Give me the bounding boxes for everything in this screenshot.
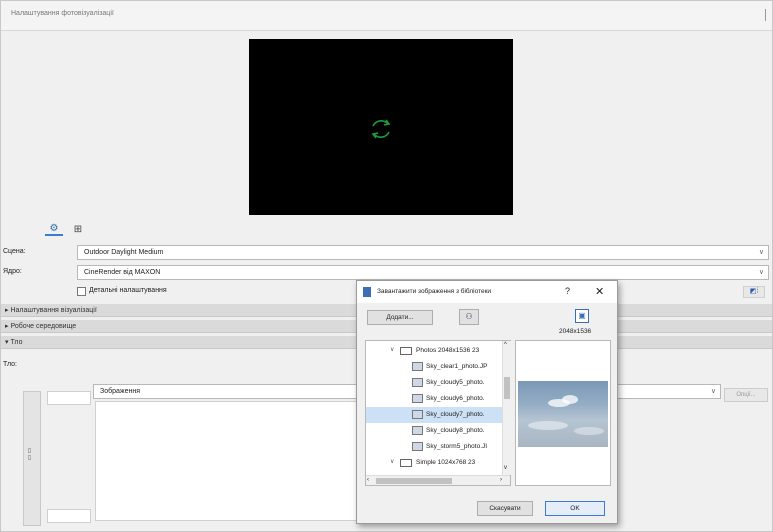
image-file-icon: [412, 362, 423, 371]
background-label: Тло:: [3, 361, 17, 368]
side-strip[interactable]: ▯▯: [23, 391, 41, 526]
tree-folder[interactable]: ∨ Photos 2048x1536 23: [366, 343, 502, 359]
scroll-thumb[interactable]: [504, 377, 510, 399]
tree-item-label: Sky_cloudy8_photo.: [426, 427, 485, 434]
preview-area: [1, 31, 772, 226]
dialog-title-bar: Завантажити зображення з бібліотеки ? ✕: [357, 281, 617, 303]
render-mode-icon[interactable]: ◩⁞: [743, 286, 765, 298]
section-render-settings-label: Налаштування візуалізації: [10, 307, 97, 314]
cancel-button[interactable]: Скасувати: [477, 501, 533, 516]
chevron-down-icon: ∨: [758, 269, 764, 276]
refresh-icon[interactable]: [367, 115, 395, 143]
scene-value: Outdoor Daylight Medium: [84, 249, 164, 256]
tree-item[interactable]: Sky_cloudy5_photo.: [366, 375, 502, 391]
section-environment-label: Робоче середовище: [10, 323, 77, 330]
render-preview[interactable]: [249, 39, 513, 215]
tree-item-label: Sky_cloudy5_photo.: [426, 379, 485, 386]
chevron-down-icon[interactable]: v: [504, 465, 507, 471]
folder-icon: [400, 459, 412, 467]
window-title: Налаштування фотовізуалізації: [11, 10, 114, 17]
load-from-library-dialog: Завантажити зображення з бібліотеки ? ✕ …: [356, 280, 618, 524]
panel-tabs: ⚙ ⊞: [1, 221, 772, 237]
engine-value: CineRender від MAXON: [84, 269, 161, 276]
tree-folder-label: Photos 2048x1536 23: [416, 347, 480, 354]
sky-thumbnail: [518, 381, 608, 447]
section-background-label: Тло: [10, 339, 23, 346]
chevron-left-icon[interactable]: ‹: [367, 477, 369, 483]
cloud-shape: [562, 395, 578, 404]
tree-item[interactable]: Sky_storm5_photo.JI: [366, 439, 502, 455]
tab-settings[interactable]: ⚙: [45, 222, 63, 236]
help-button[interactable]: ?: [565, 286, 570, 296]
scroll-thumb[interactable]: [376, 478, 452, 484]
small-field-bottom[interactable]: [47, 509, 91, 523]
scene-select[interactable]: Outdoor Daylight Medium ∨: [77, 245, 769, 260]
tree-item[interactable]: Sky_cloudy8_photo.: [366, 423, 502, 439]
detailed-settings-checkbox[interactable]: [77, 287, 86, 296]
ok-button[interactable]: OK: [545, 501, 605, 516]
engine-select[interactable]: CineRender від MAXON ∨: [77, 265, 769, 280]
tree-folder-label: Simple 1024x768 23: [416, 459, 476, 466]
tree-item-selected[interactable]: Sky_cloudy7_photo.: [366, 407, 502, 423]
image-file-icon: [412, 410, 423, 419]
tab-layout[interactable]: ⊞: [69, 222, 87, 236]
tree-item[interactable]: Sky_cloudy6_photo.: [366, 391, 502, 407]
tree-folder[interactable]: ∨ Simple 1024x768 23: [366, 455, 502, 471]
tree-item[interactable]: Sky_clear1_photo.JP: [366, 359, 502, 375]
title-bar: Налаштування фотовізуалізації: [1, 1, 772, 31]
people-icon[interactable]: ⚇: [459, 309, 479, 325]
image-file-icon: [412, 442, 423, 451]
cloud-shape: [574, 427, 604, 435]
library-tree[interactable]: ∨ Photos 2048x1536 23 Sky_clear1_photo.J…: [365, 340, 511, 486]
chevron-down-icon: ∨: [390, 347, 395, 353]
library-icon: [363, 287, 371, 297]
small-field-top[interactable]: [47, 391, 91, 405]
image-file-icon: [412, 378, 423, 387]
tree-item-label: Sky_storm5_photo.JI: [426, 443, 488, 450]
image-preview-icon[interactable]: ▣: [575, 309, 589, 323]
scene-label: Сцена:: [3, 248, 26, 255]
grid-icon: ⊞: [73, 223, 83, 235]
chevron-down-icon: ∨: [758, 249, 764, 256]
tree-item-label: Sky_cloudy6_photo.: [426, 395, 485, 402]
background-image-preview: [95, 401, 385, 521]
window-edge: [765, 9, 770, 21]
tree-item-label: Sky_clear1_photo.JP: [426, 363, 488, 370]
scene-row: Сцена: Outdoor Daylight Medium ∨: [1, 244, 772, 262]
cloud-shape: [528, 421, 568, 430]
folder-icon: [400, 347, 412, 355]
side-strip-marker: ▯▯: [27, 447, 33, 461]
image-thumbnail-panel: [515, 340, 611, 486]
engine-label: Ядро:: [3, 268, 22, 275]
chevron-down-icon: ∨: [390, 459, 395, 465]
tree-horizontal-scrollbar[interactable]: ‹ ›: [366, 475, 510, 485]
tree-item-label: Sky_cloudy7_photo.: [426, 411, 485, 418]
image-file-icon: [412, 426, 423, 435]
gear-icon: ⚙: [49, 222, 59, 234]
dialog-title: Завантажити зображення з бібліотеки: [377, 288, 492, 295]
close-button[interactable]: ✕: [595, 285, 604, 298]
chevron-up-icon[interactable]: ^: [504, 342, 507, 348]
chevron-right-icon[interactable]: ›: [500, 477, 502, 483]
add-button[interactable]: Додати...: [367, 310, 433, 325]
detailed-settings-label: Детальні налаштування: [89, 287, 167, 294]
tree-vertical-scrollbar[interactable]: ^ v: [502, 341, 511, 475]
image-resolution: 2048x1536: [559, 328, 592, 335]
image-file-icon: [412, 394, 423, 403]
